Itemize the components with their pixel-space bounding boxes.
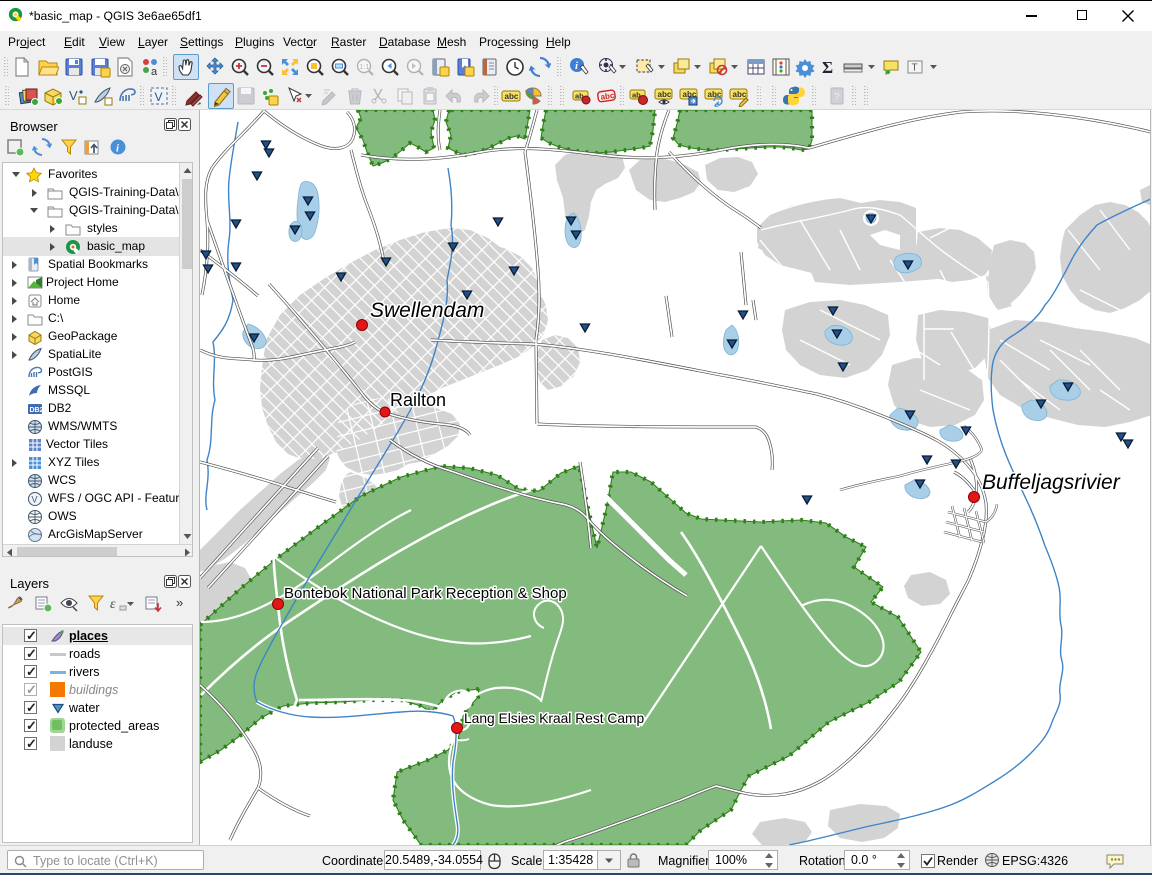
- svg-text:Buffeljagsrivier: Buffeljagsrivier: [982, 471, 1121, 494]
- svg-text:Lang Elsies Kraal Rest Camp: Lang Elsies Kraal Rest Camp: [464, 711, 645, 726]
- svg-text:Railton: Railton: [390, 390, 446, 410]
- svg-text:a: a: [151, 66, 158, 78]
- svg-text:T: T: [912, 63, 918, 74]
- svg-text:V: V: [155, 90, 163, 104]
- svg-text:V: V: [32, 495, 38, 505]
- svg-text:Bontebok National Park Recepti: Bontebok National Park Reception & Shop: [284, 585, 567, 602]
- svg-text:1:1: 1:1: [360, 64, 370, 71]
- svg-text:Σ: Σ: [822, 58, 833, 77]
- svg-text:abc: abc: [733, 90, 747, 99]
- svg-text:?: ?: [834, 92, 840, 103]
- svg-text:Swellendam: Swellendam: [370, 299, 484, 322]
- svg-text:abc: abc: [658, 90, 672, 99]
- svg-text:DB2: DB2: [30, 407, 44, 414]
- svg-text:V: V: [69, 88, 78, 103]
- svg-text:abc: abc: [505, 92, 519, 101]
- svg-text:ε: ε: [110, 597, 116, 612]
